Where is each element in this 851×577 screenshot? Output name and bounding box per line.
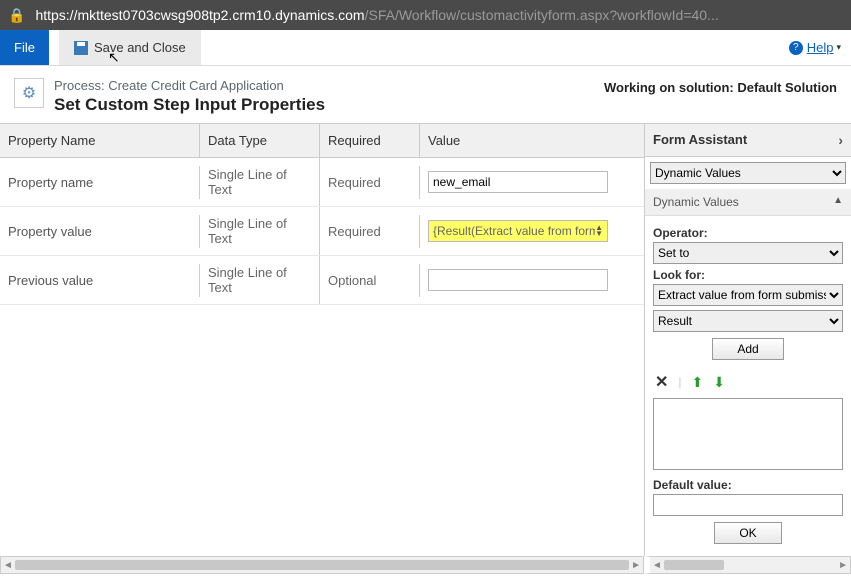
properties-grid: Property Name Data Type Required Value P… (0, 124, 644, 556)
page-title: Set Custom Step Input Properties (54, 95, 325, 115)
lookfor-entity-select[interactable]: Extract value from form submission (653, 284, 843, 306)
col-header-type: Data Type (200, 124, 320, 157)
form-assistant-panel: Form Assistant › Dynamic Values Dynamic … (644, 124, 851, 556)
required-cell: Required (320, 166, 420, 199)
side-hscrollbar[interactable]: ◄ ► (644, 556, 851, 574)
col-header-value: Value (420, 124, 644, 157)
default-value-input[interactable] (653, 494, 843, 516)
col-header-name: Property Name (0, 124, 200, 157)
chevron-right-icon: › (838, 132, 843, 148)
data-type-cell: Single Line of Text (200, 207, 320, 255)
delete-icon[interactable]: ✕ (655, 372, 668, 392)
property-name-input[interactable] (428, 171, 608, 193)
value-cell (420, 260, 644, 300)
dynamic-values-header[interactable]: Dynamic Values ▲ (645, 189, 851, 216)
scroll-left-icon[interactable]: ◄ (3, 560, 13, 571)
default-value-label: Default value: (653, 478, 843, 492)
grid-header-row: Property Name Data Type Required Value (0, 124, 644, 158)
property-name-cell: Property name (0, 166, 200, 199)
chevron-down-icon: ▾ (836, 42, 841, 53)
scroll-right-icon[interactable]: ► (631, 560, 641, 571)
solution-label: Working on solution: Default Solution (604, 78, 837, 115)
content-area: Property Name Data Type Required Value P… (0, 123, 851, 556)
value-cell (420, 162, 644, 202)
help-icon: ? (789, 41, 803, 55)
save-and-close-label: Save and Close (94, 40, 186, 55)
collapse-icon: ▲ (833, 195, 843, 209)
url-text: https://mkttest0703cwsg908tp2.crm10.dyna… (35, 7, 718, 23)
process-icon: ⚙ (14, 78, 44, 108)
property-value-input[interactable]: {Result(Extract value from form ▲▼ (428, 220, 608, 242)
move-up-icon[interactable]: ⬆ (692, 374, 704, 391)
value-cell: {Result(Extract value from form ▲▼ (420, 211, 644, 251)
data-type-cell: Single Line of Text (200, 158, 320, 206)
horizontal-scrollbars: ◄ ► ◄ ► (0, 556, 851, 574)
dynamic-values-listbox[interactable] (653, 398, 843, 470)
table-row: Property value Single Line of Text Requi… (0, 207, 644, 256)
browser-address-bar: 🔒 https://mkttest0703cwsg908tp2.crm10.dy… (0, 0, 851, 30)
required-cell: Optional (320, 264, 420, 297)
lock-icon: 🔒 (8, 7, 25, 24)
lookfor-label: Look for: (653, 268, 843, 282)
save-and-close-button[interactable]: Save and Close ↖ (59, 30, 201, 65)
help-link[interactable]: ? Help ▾ (789, 30, 841, 65)
scrollbar-thumb[interactable] (15, 560, 629, 570)
operator-select[interactable]: Set to (653, 242, 843, 264)
breadcrumb: Process: Create Credit Card Application (54, 78, 325, 93)
file-menu-button[interactable]: File (0, 30, 49, 65)
col-header-required: Required (320, 124, 420, 157)
list-toolbar: ✕ | ⬆ ⬇ (653, 366, 843, 398)
help-label: Help (807, 40, 834, 55)
required-cell: Required (320, 215, 420, 248)
table-row: Previous value Single Line of Text Optio… (0, 256, 644, 305)
data-type-cell: Single Line of Text (200, 256, 320, 304)
operator-label: Operator: (653, 226, 843, 240)
scrollbar-thumb[interactable] (664, 560, 724, 570)
page-header: ⚙ Process: Create Credit Card Applicatio… (0, 66, 851, 123)
assistant-section-select[interactable]: Dynamic Values (650, 162, 846, 184)
property-name-cell: Property value (0, 215, 200, 248)
scroll-right-icon[interactable]: ► (838, 560, 848, 571)
move-down-icon[interactable]: ⬇ (713, 374, 725, 391)
lookfor-attribute-select[interactable]: Result (653, 310, 843, 332)
ok-button[interactable]: OK (714, 522, 781, 544)
scroll-left-icon[interactable]: ◄ (652, 560, 662, 571)
save-icon (74, 41, 88, 55)
main-hscrollbar[interactable]: ◄ ► (0, 556, 644, 574)
table-row: Property name Single Line of Text Requir… (0, 158, 644, 207)
previous-value-input[interactable] (428, 269, 608, 291)
spinner-icon[interactable]: ▲▼ (595, 225, 603, 237)
form-assistant-header[interactable]: Form Assistant › (645, 124, 851, 157)
property-name-cell: Previous value (0, 264, 200, 297)
add-button[interactable]: Add (712, 338, 783, 360)
command-bar: File Save and Close ↖ ? Help ▾ (0, 30, 851, 66)
